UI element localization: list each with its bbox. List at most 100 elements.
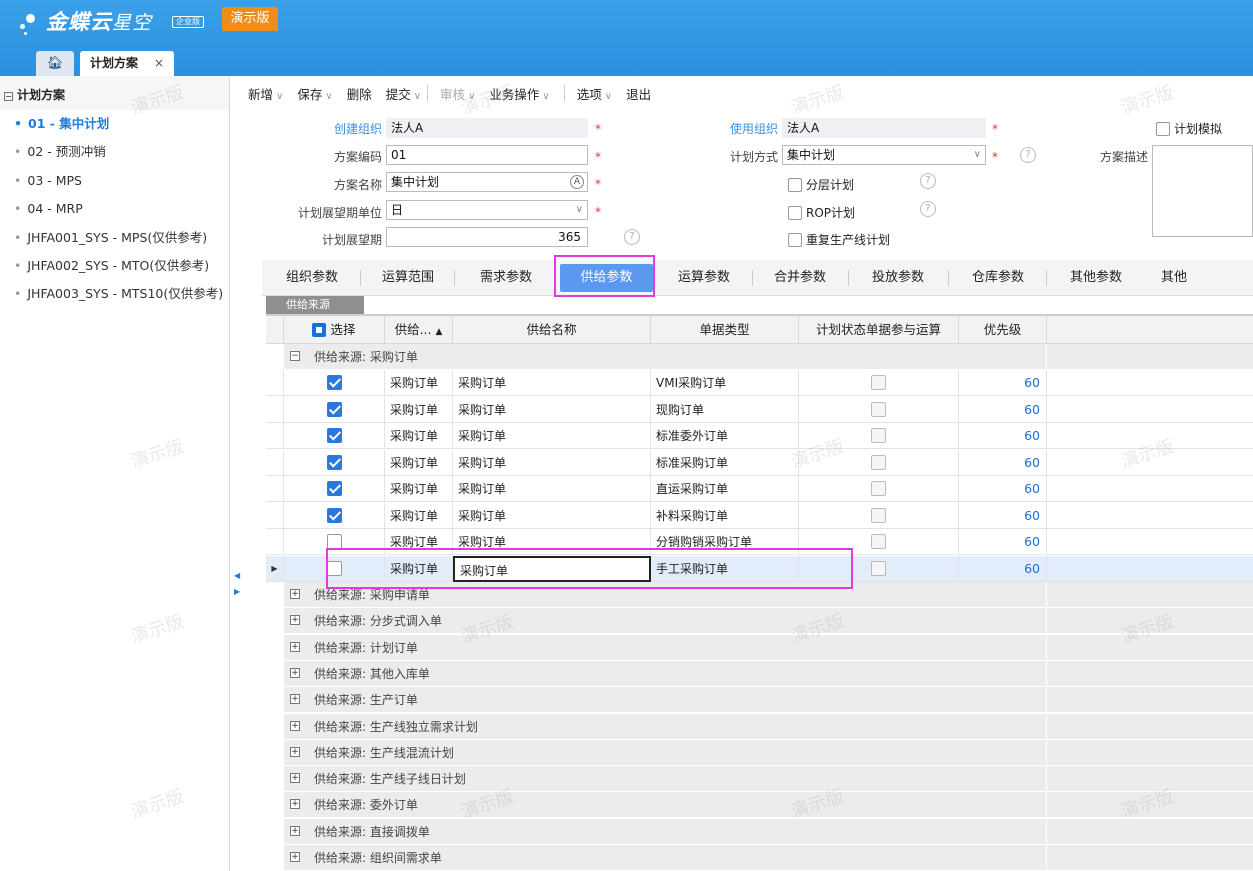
help-icon[interactable]: ?: [920, 173, 936, 189]
cell-plan-status-checkbox[interactable]: [799, 423, 959, 449]
code-input[interactable]: 01: [386, 145, 588, 165]
expand-icon[interactable]: +: [290, 746, 300, 757]
tab-plan-scheme[interactable]: 计划方案 ×: [80, 51, 174, 76]
options-button[interactable]: 选项 ∨: [577, 84, 612, 103]
sidebar-item[interactable]: • 01 - 集中计划: [0, 110, 229, 139]
expand-icon[interactable]: +: [290, 799, 300, 810]
rop-plan-checkbox[interactable]: ROP计划: [788, 204, 855, 221]
new-button[interactable]: 新增 ∨: [248, 84, 283, 103]
table-row[interactable]: 采购订单 采购订单 现购订单 60: [266, 396, 1253, 423]
plan-mode-select[interactable]: 集中计划 ∨: [782, 145, 986, 165]
cell-supply-name[interactable]: 采购订单: [453, 449, 651, 476]
cell-priority[interactable]: 60: [959, 529, 1047, 555]
row-select-checkbox[interactable]: [284, 370, 385, 396]
cell-priority[interactable]: 60: [959, 396, 1047, 423]
expand-icon[interactable]: +: [290, 641, 300, 652]
col-supply-code[interactable]: 供给... ▲: [385, 316, 453, 344]
expand-icon[interactable]: +: [290, 667, 300, 678]
cell-supply-name[interactable]: 采购订单: [453, 370, 651, 396]
tab-warehouse-params[interactable]: 仓库参数: [956, 260, 1040, 296]
col-priority[interactable]: 优先级: [959, 316, 1047, 344]
close-tab-icon[interactable]: ×: [154, 51, 164, 76]
group-purchase-order[interactable]: − 供给来源: 采购订单: [266, 344, 1253, 370]
tree-root[interactable]: − 计划方案: [0, 76, 229, 110]
select-all-checkbox[interactable]: 选择: [284, 316, 385, 344]
table-row[interactable]: 采购订单 采购订单 直运采购订单 60: [266, 476, 1253, 502]
multilang-icon[interactable]: A: [570, 175, 584, 189]
sidebar-item[interactable]: • JHFA003_SYS - MTS10(仅供参考): [0, 280, 229, 308]
expand-icon[interactable]: +: [290, 773, 300, 784]
tab-demand-params[interactable]: 需求参数: [462, 260, 550, 296]
col-plan-status[interactable]: 计划状态单据参与运算: [799, 316, 959, 344]
help-icon[interactable]: ?: [624, 229, 640, 245]
row-select-checkbox[interactable]: [284, 423, 385, 449]
tab-calc-scope[interactable]: 运算范围: [368, 260, 448, 296]
tab-other-params[interactable]: 其他参数: [1054, 260, 1138, 296]
expand-icon[interactable]: +: [290, 615, 300, 626]
table-row[interactable]: 采购订单 采购订单 标准委外订单 60: [266, 423, 1253, 449]
group-row[interactable]: + 供给来源: 计划订单: [266, 634, 1253, 661]
table-row[interactable]: 采购订单 采购订单 VMI采购订单 60: [266, 370, 1253, 396]
subtab-supply-source[interactable]: 供给来源: [266, 296, 364, 314]
use-org-field[interactable]: 法人A: [782, 118, 986, 138]
row-select-checkbox[interactable]: [284, 449, 385, 476]
repeat-line-plan-checkbox[interactable]: 重复生产线计划: [788, 231, 890, 248]
group-row[interactable]: + 供给来源: 生产线子线日计划: [266, 766, 1253, 793]
create-org-field[interactable]: 法人A: [386, 118, 588, 138]
collapse-icon[interactable]: −: [290, 351, 300, 361]
expand-icon[interactable]: +: [290, 694, 300, 705]
cell-plan-status-checkbox[interactable]: [799, 396, 959, 423]
cell-priority[interactable]: 60: [959, 370, 1047, 396]
cell-plan-status-checkbox[interactable]: [799, 449, 959, 476]
cell-priority[interactable]: 60: [959, 449, 1047, 476]
cell-supply-name[interactable]: 采购订单: [453, 423, 651, 449]
desc-textarea[interactable]: [1152, 145, 1253, 237]
layered-plan-checkbox[interactable]: 分层计划: [788, 176, 854, 193]
collapse-icon[interactable]: −: [4, 92, 13, 101]
period-input[interactable]: 365: [386, 227, 588, 247]
expand-icon[interactable]: +: [290, 852, 300, 862]
submit-button[interactable]: 提交 ∨: [386, 84, 421, 103]
table-row[interactable]: 采购订单 采购订单 补料采购订单 60: [266, 502, 1253, 529]
sidebar-item[interactable]: • 02 - 预测冲销: [0, 138, 229, 166]
group-row[interactable]: + 供给来源: 生产线混流计划: [266, 739, 1253, 766]
help-icon[interactable]: ?: [920, 201, 936, 217]
tab-merge-params[interactable]: 合并参数: [758, 260, 842, 296]
cell-priority[interactable]: 60: [959, 476, 1047, 502]
cell-supply-name[interactable]: 采购订单: [453, 476, 651, 502]
col-supply-name[interactable]: 供给名称: [453, 316, 651, 344]
sidebar-item[interactable]: • JHFA002_SYS - MTO(仅供参考): [0, 252, 229, 280]
cell-priority[interactable]: 60: [959, 502, 1047, 529]
expand-icon[interactable]: +: [290, 720, 300, 731]
cell-priority[interactable]: 60: [959, 555, 1047, 582]
help-icon[interactable]: ?: [1020, 147, 1036, 163]
sidebar-item[interactable]: • 04 - MRP: [0, 195, 229, 223]
sidebar-item[interactable]: • JHFA001_SYS - MPS(仅供参考): [0, 224, 229, 252]
cell-supply-name[interactable]: 采购订单: [453, 396, 651, 423]
delete-button[interactable]: 删除: [347, 84, 372, 103]
save-button[interactable]: 保存 ∨: [297, 84, 332, 103]
home-tab[interactable]: 🏠︎: [36, 51, 74, 76]
chevron-right-icon[interactable]: ▶: [234, 584, 240, 600]
exit-button[interactable]: 退出: [626, 84, 651, 103]
create-org-label[interactable]: 创建组织: [300, 120, 382, 137]
use-org-label[interactable]: 使用组织: [694, 120, 778, 137]
col-doc-type[interactable]: 单据类型: [651, 316, 799, 344]
cell-plan-status-checkbox[interactable]: [799, 476, 959, 502]
business-ops-button[interactable]: 业务操作 ∨: [489, 84, 549, 103]
row-select-checkbox[interactable]: [284, 396, 385, 423]
group-row[interactable]: + 供给来源: 分步式调入单: [266, 608, 1253, 635]
group-row[interactable]: + 供给来源: 生产线独立需求计划: [266, 713, 1253, 740]
expand-icon[interactable]: +: [290, 589, 300, 599]
audit-button[interactable]: 审核 ∨: [440, 84, 475, 103]
cell-priority[interactable]: 60: [959, 423, 1047, 449]
chevron-left-icon[interactable]: ◀: [234, 568, 240, 584]
sidebar-toggle[interactable]: ◀ ▶: [234, 568, 240, 600]
sidebar-item[interactable]: • 03 - MPS: [0, 167, 229, 195]
tab-calc-params[interactable]: 运算参数: [662, 260, 746, 296]
cell-plan-status-checkbox[interactable]: [799, 370, 959, 396]
group-row[interactable]: + 供给来源: 直接调拨单: [266, 818, 1253, 845]
group-row[interactable]: + 供给来源: 组织间需求单: [266, 845, 1253, 871]
tab-org-params[interactable]: 组织参数: [272, 260, 352, 296]
period-unit-select[interactable]: 日 ∨: [386, 200, 588, 220]
